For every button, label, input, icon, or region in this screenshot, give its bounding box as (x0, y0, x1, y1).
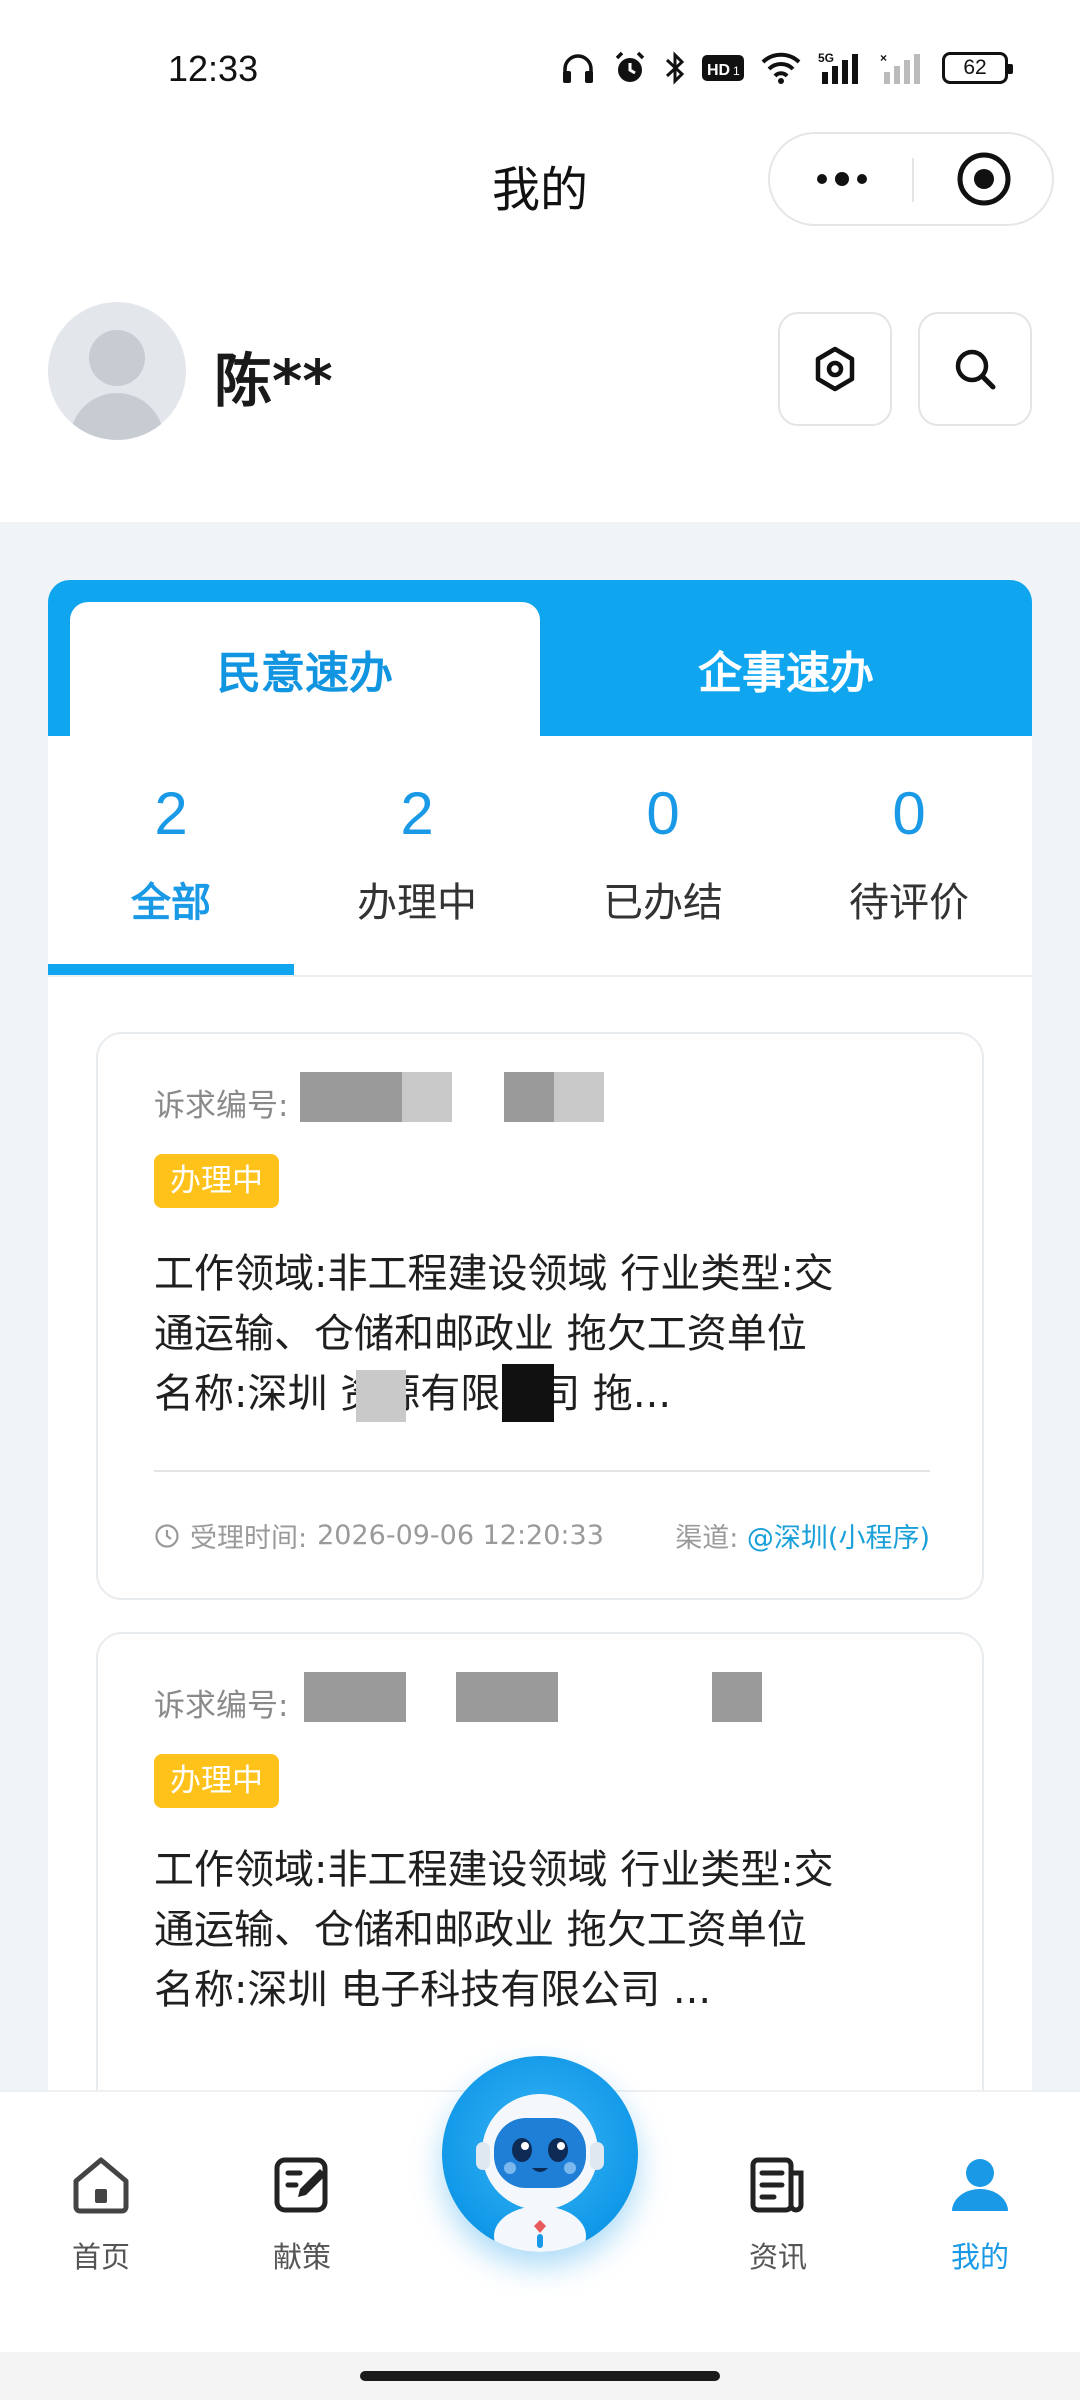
redacted-block (402, 1072, 452, 1122)
close-miniprogram-button[interactable] (914, 134, 1054, 224)
home-icon (73, 2157, 129, 2214)
avatar[interactable] (48, 302, 186, 440)
svg-text:5G: 5G (818, 51, 834, 65)
nav-suggest[interactable]: 献策 (232, 2150, 372, 2276)
accept-time-label: 受理时间: (190, 1523, 308, 1554)
more-dots-icon (816, 172, 867, 186)
appeal-description-line: 工作领域:非工程建设领域 行业类型:交 (154, 1251, 834, 1297)
channel-label: 渠道: (675, 1523, 739, 1554)
battery-level: 62 (963, 56, 987, 79)
filter-processing-label: 办理中 (357, 880, 477, 926)
filter-completed[interactable]: 0 已办结 (540, 776, 786, 954)
channel-value: @深圳(小程序) (746, 1523, 930, 1554)
card-divider (154, 1470, 930, 1472)
nav-home-label: 首页 (71, 2240, 130, 2274)
nav-news-label: 资讯 (748, 2240, 807, 2274)
default-avatar-icon (70, 330, 164, 440)
ai-assistant-button[interactable] (442, 2056, 638, 2252)
redacted-block (504, 1072, 554, 1122)
redacted-block (356, 1370, 406, 1422)
home-indicator[interactable] (360, 2371, 720, 2381)
alarm-icon (615, 51, 645, 82)
tab-public-appeals[interactable]: 民意速办 (70, 602, 540, 736)
svg-text:HD: HD (707, 62, 730, 79)
appeal-footer: 受理时间: 2026-09-06 12:20:33 渠道: @深圳(小程序) (154, 1516, 930, 1556)
status-time: 12:33 (168, 48, 259, 89)
channel: 渠道: @深圳(小程序) (675, 1516, 930, 1555)
appeal-description: 工作领域:非工程建设领域 行业类型:交 通运输、仓储和邮政业 拖欠工资单位 名称… (154, 1840, 914, 2020)
mini-program-capsule (768, 132, 1054, 226)
robot-assistant-icon (476, 2094, 604, 2252)
hd-icon: HD 1 (702, 55, 744, 81)
status-badge: 办理中 (154, 1754, 279, 1808)
accept-time-value: 2026-09-06 12:20:33 (317, 1520, 604, 1551)
filter-all-label: 全部 (131, 880, 211, 926)
nav-news[interactable]: 资讯 (708, 2150, 848, 2276)
svg-text:×: × (880, 51, 887, 65)
status-filter-row: 2 全部 2 办理中 0 已办结 0 待评价 (48, 776, 1032, 954)
user-icon (952, 2159, 1008, 2211)
battery-icon: 62 (942, 52, 1013, 84)
appeal-id-label: 诉求编号: (154, 1088, 289, 1124)
redacted-block (304, 1672, 406, 1722)
edit-icon (274, 2157, 328, 2213)
filter-to-evaluate-count: 0 (892, 780, 926, 847)
more-button[interactable] (770, 134, 913, 224)
nav-suggest-label: 献策 (272, 2240, 331, 2274)
appeal-description-line: 名称:深圳 电子科技有限公司 ... (154, 1967, 712, 2013)
appeal-id-label: 诉求编号: (154, 1688, 289, 1724)
redacted-block (712, 1672, 762, 1722)
search-icon (955, 349, 996, 390)
svg-text:1: 1 (733, 64, 740, 78)
filter-completed-count: 0 (646, 780, 680, 847)
nav-home[interactable]: 首页 (31, 2150, 171, 2276)
headphones-icon (563, 54, 593, 83)
filter-to-evaluate[interactable]: 0 待评价 (786, 776, 1032, 954)
appeal-card[interactable]: 诉求编号: 办理中 工作领域:非工程建设领域 行业类型:交 通运输、仓储和邮政业… (96, 1632, 984, 2100)
clock-icon (155, 1523, 179, 1548)
user-name: 陈** (214, 347, 333, 415)
filter-all[interactable]: 2 全部 (48, 776, 294, 954)
accept-time: 受理时间: 2026-09-06 12:20:33 (154, 1516, 604, 1555)
signal-5g-icon: 5G (818, 51, 858, 84)
nav-mine-label: 我的 (950, 2240, 1009, 2274)
search-button[interactable] (918, 312, 1032, 426)
filter-completed-label: 已办结 (603, 880, 723, 926)
appeal-description-line: 工作领域:非工程建设领域 行业类型:交 (154, 1847, 834, 1893)
redacted-block (300, 1072, 402, 1122)
appeal-description-line: 通运输、仓储和邮政业 拖欠工资单位 (154, 1311, 807, 1357)
filter-to-evaluate-label: 待评价 (849, 880, 969, 926)
status-icons: HD 1 5G × 62 (560, 50, 1013, 86)
appeal-description-line: 通运输、仓储和邮政业 拖欠工资单位 (154, 1907, 807, 1953)
filter-divider (48, 975, 1032, 977)
tab-enterprise-appeals[interactable]: 企事速办 (540, 602, 1032, 736)
signal-no-sim-icon: × (880, 51, 920, 84)
status-badge: 办理中 (154, 1154, 279, 1208)
appeal-card[interactable]: 诉求编号: 办理中 工作领域:非工程建设领域 行业类型:交 通运输、仓储和邮政业… (96, 1032, 984, 1600)
news-icon (750, 2157, 804, 2213)
hexagon-settings-icon (815, 346, 855, 392)
filter-all-count: 2 (154, 780, 188, 847)
redacted-block (554, 1072, 604, 1122)
appeals-card: 民意速办 企事速办 2 全部 2 办理中 0 已办结 0 待评价 诉求编号: 办… (48, 580, 1032, 2100)
status-bar: 12:33 HD 1 5G × 62 (0, 0, 1080, 120)
settings-button[interactable] (778, 312, 892, 426)
wifi-icon (761, 52, 801, 84)
filter-processing[interactable]: 2 办理中 (294, 776, 540, 954)
bluetooth-icon (665, 51, 685, 85)
nav-mine[interactable]: 我的 (910, 2150, 1050, 2276)
redacted-block (456, 1672, 558, 1722)
target-icon (957, 152, 1011, 206)
redacted-block (502, 1364, 554, 1422)
filter-processing-count: 2 (400, 780, 434, 847)
